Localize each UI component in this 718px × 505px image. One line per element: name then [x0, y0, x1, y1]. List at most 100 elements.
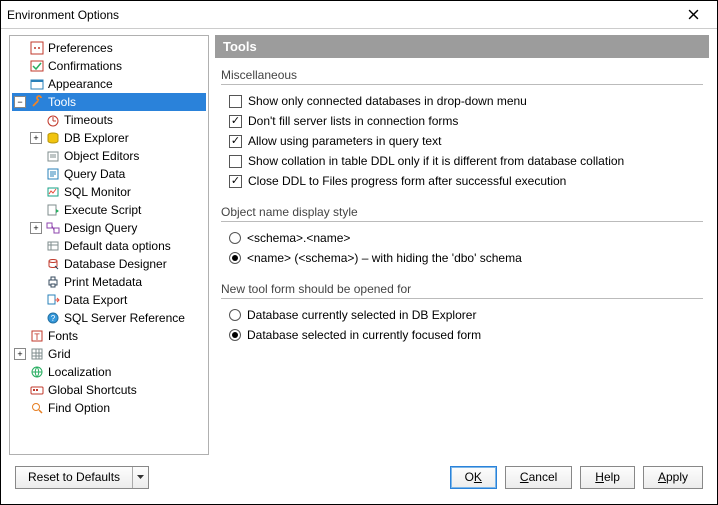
button-label: Cancel	[520, 470, 557, 484]
option-label: Don't fill server lists in connection fo…	[248, 114, 458, 128]
help-button[interactable]: Help	[580, 466, 635, 489]
radio-row[interactable]: Database currently selected in DB Explor…	[221, 305, 703, 325]
reset-to-defaults-button[interactable]: Reset to Defaults	[15, 466, 149, 489]
tree-label: Confirmations	[48, 59, 122, 73]
tools-icon	[29, 94, 45, 110]
expander-collapse[interactable]: −	[14, 96, 26, 108]
tree-item-confirmations[interactable]: Confirmations	[12, 57, 206, 75]
close-button[interactable]	[675, 4, 711, 26]
sql-server-reference-icon: ?	[45, 310, 61, 326]
default-data-options-icon	[45, 238, 61, 254]
option-label: Database selected in currently focused f…	[247, 328, 481, 342]
tree-item-execute-script[interactable]: Execute Script	[12, 201, 206, 219]
tree-item-object-editors[interactable]: Object Editors	[12, 147, 206, 165]
tree-item-database-designer[interactable]: Database Designer	[12, 255, 206, 273]
grid-icon	[29, 346, 45, 362]
tree-label: Print Metadata	[64, 275, 142, 289]
window-title: Environment Options	[7, 8, 675, 22]
data-export-icon	[45, 292, 61, 308]
tree-item-fonts[interactable]: T Fonts	[12, 327, 206, 345]
tree-label: Global Shortcuts	[48, 383, 137, 397]
fonts-icon: T	[29, 328, 45, 344]
tree-item-global-shortcuts[interactable]: Global Shortcuts	[12, 381, 206, 399]
timeouts-icon	[45, 112, 61, 128]
tree-label: Preferences	[48, 41, 113, 55]
tree-item-db-explorer[interactable]: + DB Explorer	[12, 129, 206, 147]
checkbox-icon[interactable]	[229, 135, 242, 148]
expander-blank	[14, 42, 26, 54]
tree-label: Appearance	[48, 77, 113, 91]
tree-item-query-data[interactable]: Query Data	[12, 165, 206, 183]
checkbox-row[interactable]: Show only connected databases in drop-do…	[221, 91, 703, 111]
checkbox-icon[interactable]	[229, 115, 242, 128]
radio-row[interactable]: <name> (<schema>) – with hiding the 'dbo…	[221, 248, 703, 268]
option-label: <name> (<schema>) – with hiding the 'dbo…	[247, 251, 522, 265]
option-label: Allow using parameters in query text	[248, 134, 441, 148]
panel-title: Tools	[215, 35, 709, 58]
checkbox-row[interactable]: Close DDL to Files progress form after s…	[221, 171, 703, 191]
tree-label: Default data options	[64, 239, 171, 253]
dropdown-arrow-icon[interactable]	[132, 467, 148, 488]
preferences-icon	[29, 40, 45, 56]
button-label: Help	[595, 470, 620, 484]
radio-row[interactable]: <schema>.<name>	[221, 228, 703, 248]
sql-monitor-icon	[45, 184, 61, 200]
tree-label: Data Export	[64, 293, 127, 307]
design-query-icon	[45, 220, 61, 236]
tree-item-tools[interactable]: − Tools	[12, 93, 206, 111]
checkbox-row[interactable]: Don't fill server lists in connection fo…	[221, 111, 703, 131]
checkbox-row[interactable]: Allow using parameters in query text	[221, 131, 703, 151]
find-option-icon	[29, 400, 45, 416]
ok-button[interactable]: OK	[450, 466, 497, 489]
group-display-style: Object name display style <schema>.<name…	[221, 205, 703, 268]
settings-panel: Tools Miscellaneous Show only connected …	[215, 35, 709, 455]
tree-item-design-query[interactable]: + Design Query	[12, 219, 206, 237]
tree-label: Localization	[48, 365, 111, 379]
option-label: <schema>.<name>	[247, 231, 350, 245]
checkbox-icon[interactable]	[229, 95, 242, 108]
svg-text:T: T	[34, 332, 40, 342]
title-bar: Environment Options	[1, 1, 717, 29]
checkbox-icon[interactable]	[229, 155, 242, 168]
tree-label: DB Explorer	[64, 131, 129, 145]
tree-label: Fonts	[48, 329, 78, 343]
tree-item-grid[interactable]: + Grid	[12, 345, 206, 363]
global-shortcuts-icon	[29, 382, 45, 398]
tree-label: SQL Server Reference	[64, 311, 185, 325]
tree-item-data-export[interactable]: Data Export	[12, 291, 206, 309]
tree-item-timeouts[interactable]: Timeouts	[12, 111, 206, 129]
radio-row[interactable]: Database selected in currently focused f…	[221, 325, 703, 345]
tree-label: Design Query	[64, 221, 137, 235]
tree-item-sql-monitor[interactable]: SQL Monitor	[12, 183, 206, 201]
button-label: OK	[465, 470, 482, 484]
tree-item-print-metadata[interactable]: Print Metadata	[12, 273, 206, 291]
checkbox-row[interactable]: Show collation in table DDL only if it i…	[221, 151, 703, 171]
expander-expand[interactable]: +	[30, 222, 42, 234]
radio-icon[interactable]	[229, 232, 241, 244]
group-title: Miscellaneous	[221, 68, 703, 85]
radio-icon[interactable]	[229, 252, 241, 264]
tree-item-find-option[interactable]: Find Option	[12, 399, 206, 417]
radio-icon[interactable]	[229, 329, 241, 341]
appearance-icon	[29, 76, 45, 92]
expander-expand[interactable]: +	[14, 348, 26, 360]
options-tree[interactable]: Preferences Confirmations Appearance − T…	[9, 35, 209, 455]
tree-item-localization[interactable]: Localization	[12, 363, 206, 381]
apply-button[interactable]: Apply	[643, 466, 703, 489]
cancel-button[interactable]: Cancel	[505, 466, 572, 489]
checkbox-icon[interactable]	[229, 175, 242, 188]
execute-script-icon	[45, 202, 61, 218]
radio-icon[interactable]	[229, 309, 241, 321]
tree-item-sql-server-reference[interactable]: ? SQL Server Reference	[12, 309, 206, 327]
group-miscellaneous: Miscellaneous Show only connected databa…	[221, 68, 703, 191]
tree-item-default-data-options[interactable]: Default data options	[12, 237, 206, 255]
button-label: Apply	[658, 470, 688, 484]
print-metadata-icon	[45, 274, 61, 290]
expander-expand[interactable]: +	[30, 132, 42, 144]
localization-icon	[29, 364, 45, 380]
tree-item-appearance[interactable]: Appearance	[12, 75, 206, 93]
tree-label: Timeouts	[64, 113, 113, 127]
tree-item-preferences[interactable]: Preferences	[12, 39, 206, 57]
option-label: Database currently selected in DB Explor…	[247, 308, 476, 322]
tree-label: Query Data	[64, 167, 125, 181]
